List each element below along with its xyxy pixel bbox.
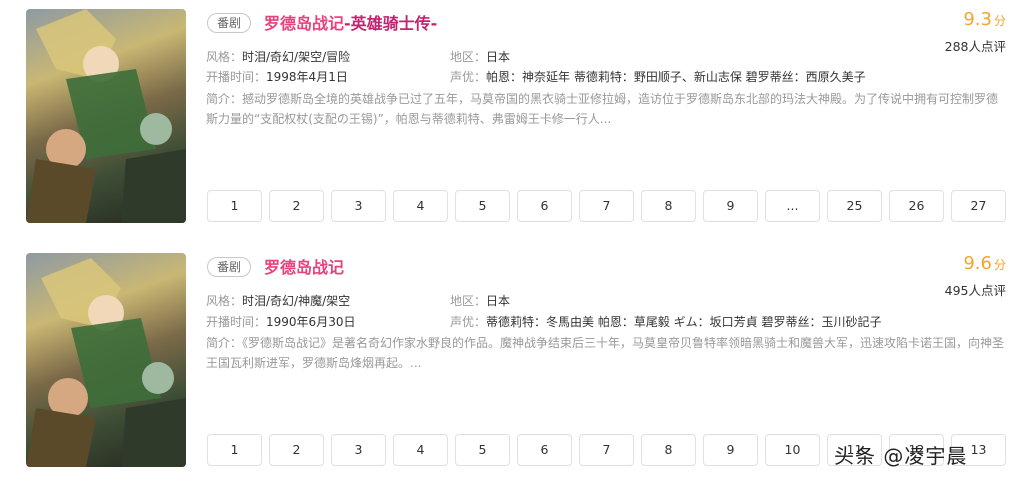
episode-button[interactable]: 1 (207, 190, 262, 222)
episode-button[interactable]: 25 (827, 190, 882, 222)
air-date-value: 1998年4月1日 (266, 70, 348, 84)
episode-button[interactable]: 10 (765, 434, 820, 466)
episode-button[interactable]: 8 (641, 190, 696, 222)
air-date-label: 开播时间： (206, 315, 267, 329)
watermark: 头条 @凌宇晨 (834, 440, 967, 469)
category-tag[interactable]: 番剧 (207, 13, 251, 33)
air-date-label: 开播时间： (206, 70, 267, 84)
air-date-row: 开播时间：1990年6月30日 (206, 313, 355, 330)
episode-button[interactable]: 9 (703, 434, 758, 466)
cast-label: 声优： (450, 70, 487, 84)
region-label: 地区： (450, 294, 487, 308)
cast-row: 声优：蒂德莉特：冬馬由美 帕恩：草尾毅 ギム：坂口芳貞 碧罗蒂丝：玉川砂記子 (450, 313, 881, 330)
air-date-value: 1990年6月30日 (266, 315, 356, 329)
score-unit: 分 (993, 258, 1006, 272)
region-row: 地区：日本 (450, 48, 510, 65)
cast-value: 蒂德莉特：冬馬由美 帕恩：草尾毅 ギム：坂口芳貞 碧罗蒂丝：玉川砂記子 (486, 315, 882, 329)
watermark-prefix: 头条 (834, 444, 876, 468)
poster-image[interactable] (26, 9, 186, 223)
style-row: 风格：时泪/奇幻/神魔/架空 (206, 292, 350, 309)
description-label: 简介： (206, 336, 243, 350)
title-main[interactable]: 罗德岛战记 (264, 14, 344, 33)
description-text: 撼动罗德斯岛全境的英雄战争已过了五年，马莫帝国的黑衣骑士亚修拉姆，造访位于罗德斯… (206, 92, 999, 126)
title-subtitle[interactable]: -英雄骑士传- (344, 14, 437, 33)
category-tag[interactable]: 番剧 (207, 257, 251, 277)
style-label: 风格： (206, 50, 243, 64)
region-label: 地区： (450, 50, 487, 64)
result-title[interactable]: 罗德岛战记 (264, 254, 344, 278)
region-value: 日本 (486, 294, 511, 308)
score-value: 9.6 (963, 253, 992, 274)
cast-row: 声优：帕恩：神奈延年 蒂德莉特：野田顺子、新山志保 碧罗蒂丝：西原久美子 (450, 68, 866, 85)
description-label: 简介： (206, 92, 243, 106)
style-label: 风格： (206, 294, 243, 308)
style-value: 时泪/奇幻/架空/冒险 (242, 50, 351, 64)
episode-button[interactable]: 6 (517, 190, 572, 222)
score-block: 9.6 分 495人点评 (945, 253, 1006, 299)
episode-button[interactable]: 9 (703, 190, 758, 222)
cast-label: 声优： (450, 315, 487, 329)
description-text: 《罗德斯岛战记》是著名奇幻作家水野良的作品。魔神战争结束后三十年，马莫皇帝贝鲁特… (206, 336, 1005, 370)
region-row: 地区：日本 (450, 292, 510, 309)
episode-button[interactable]: 4 (393, 434, 448, 466)
episode-button[interactable]: 5 (455, 190, 510, 222)
score-block: 9.3 分 288人点评 (945, 9, 1006, 55)
episode-button[interactable]: 8 (641, 434, 696, 466)
style-row: 风格：时泪/奇幻/架空/冒险 (206, 48, 350, 65)
description: 简介：撼动罗德斯岛全境的英雄战争已过了五年，马莫帝国的黑衣骑士亚修拉姆，造访位于… (206, 89, 1006, 129)
rating-count: 495人点评 (944, 283, 1006, 298)
rating-count: 288人点评 (944, 39, 1006, 54)
title-main[interactable]: 罗德岛战记 (264, 258, 344, 277)
episode-button[interactable]: 27 (951, 190, 1006, 222)
episode-button[interactable]: 5 (455, 434, 510, 466)
watermark-handle: @凌宇晨 (883, 444, 968, 468)
episode-button[interactable]: 3 (331, 190, 386, 222)
region-value: 日本 (486, 50, 511, 64)
episode-button[interactable]: 7 (579, 434, 634, 466)
episode-button[interactable]: 3 (331, 434, 386, 466)
description: 简介：《罗德斯岛战记》是著名奇幻作家水野良的作品。魔神战争结束后三十年，马莫皇帝… (206, 333, 1006, 373)
search-result-1: 番剧 罗德岛战记-英雄骑士传- 9.3 分 288人点评 风格：时泪/奇幻/架空/… (0, 0, 1010, 223)
episode-button[interactable]: 2 (269, 434, 324, 466)
episode-more-button[interactable]: ... (765, 190, 820, 222)
episode-button[interactable]: 7 (579, 190, 634, 222)
air-date-row: 开播时间：1998年4月1日 (206, 68, 348, 85)
poster-image[interactable] (26, 253, 186, 467)
episode-button[interactable]: 26 (889, 190, 944, 222)
episode-button[interactable]: 2 (269, 190, 324, 222)
result-title[interactable]: 罗德岛战记-英雄骑士传- (264, 10, 437, 34)
episode-button[interactable]: 1 (207, 434, 262, 466)
score-value: 9.3 (963, 9, 992, 30)
episode-button[interactable]: 6 (517, 434, 572, 466)
style-value: 时泪/奇幻/神魔/架空 (242, 294, 351, 308)
score-unit: 分 (993, 14, 1006, 28)
episode-button[interactable]: 4 (393, 190, 448, 222)
search-result-2: 番剧 罗德岛战记 9.6 分 495人点评 风格：时泪/奇幻/神魔/架空 地区：日… (0, 244, 1010, 467)
cast-value: 帕恩：神奈延年 蒂德莉特：野田顺子、新山志保 碧罗蒂丝：西原久美子 (486, 70, 866, 84)
